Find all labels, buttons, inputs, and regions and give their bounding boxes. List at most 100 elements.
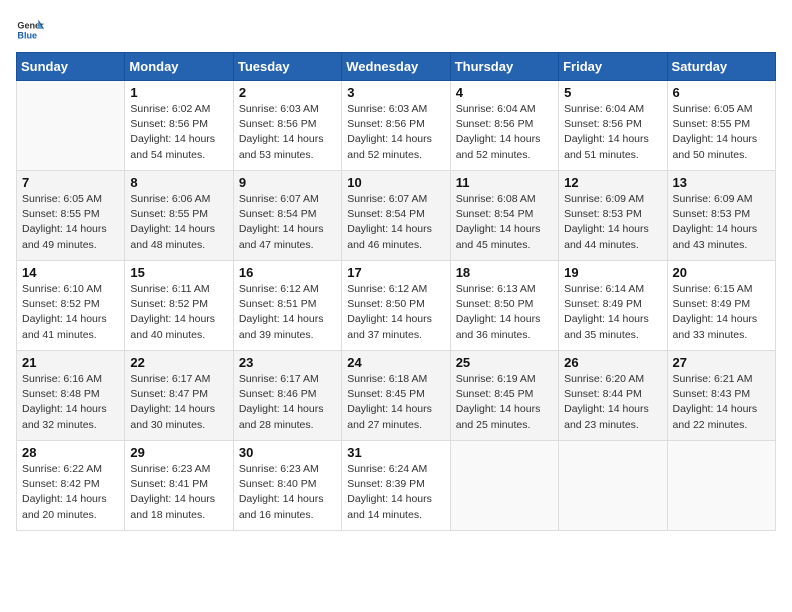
day-info: Sunrise: 6:13 AMSunset: 8:50 PMDaylight:… xyxy=(456,282,553,343)
day-number: 22 xyxy=(130,355,227,370)
day-info: Sunrise: 6:12 AMSunset: 8:51 PMDaylight:… xyxy=(239,282,336,343)
calendar-week-row: 28 Sunrise: 6:22 AMSunset: 8:42 PMDayligh… xyxy=(17,441,776,531)
calendar-cell xyxy=(559,441,667,531)
calendar-cell: 31 Sunrise: 6:24 AMSunset: 8:39 PMDayligh… xyxy=(342,441,450,531)
day-number: 19 xyxy=(564,265,661,280)
column-header-saturday: Saturday xyxy=(667,53,775,81)
day-info: Sunrise: 6:06 AMSunset: 8:55 PMDaylight:… xyxy=(130,192,227,253)
day-number: 15 xyxy=(130,265,227,280)
calendar-cell: 12Sunrise: 6:09 AMSunset: 8:53 PMDayligh… xyxy=(559,171,667,261)
day-number: 24 xyxy=(347,355,444,370)
logo-icon: General Blue xyxy=(16,16,44,44)
day-info: Sunrise: 6:23 AMSunset: 8:40 PMDaylight:… xyxy=(239,462,336,523)
column-header-sunday: Sunday xyxy=(17,53,125,81)
calendar-cell: 5Sunrise: 6:04 AMSunset: 8:56 PMDaylight… xyxy=(559,81,667,171)
calendar-cell: 24 Sunrise: 6:18 AMSunset: 8:45 PMDayligh… xyxy=(342,351,450,441)
day-number: 27 xyxy=(673,355,770,370)
day-number: 13 xyxy=(673,175,770,190)
calendar-cell: 26 Sunrise: 6:20 AMSunset: 8:44 PMDayligh… xyxy=(559,351,667,441)
day-info: Sunrise: 6:07 AMSunset: 8:54 PMDaylight:… xyxy=(347,192,444,253)
calendar-cell: 21 Sunrise: 6:16 AMSunset: 8:48 PMDayligh… xyxy=(17,351,125,441)
day-number: 17 xyxy=(347,265,444,280)
calendar-cell: 7 Sunrise: 6:05 AMSunset: 8:55 PMDaylight… xyxy=(17,171,125,261)
calendar-cell: 29 Sunrise: 6:23 AMSunset: 8:41 PMDayligh… xyxy=(125,441,233,531)
calendar-cell: 1Sunrise: 6:02 AMSunset: 8:56 PMDaylight… xyxy=(125,81,233,171)
calendar-cell: 3 Sunrise: 6:03 AMSunset: 8:56 PMDaylight… xyxy=(342,81,450,171)
calendar-cell: 28 Sunrise: 6:22 AMSunset: 8:42 PMDayligh… xyxy=(17,441,125,531)
calendar-cell: 18 Sunrise: 6:13 AMSunset: 8:50 PMDayligh… xyxy=(450,261,558,351)
calendar-cell: 23 Sunrise: 6:17 AMSunset: 8:46 PMDayligh… xyxy=(233,351,341,441)
calendar-table: SundayMondayTuesdayWednesdayThursdayFrid… xyxy=(16,52,776,531)
calendar-cell xyxy=(17,81,125,171)
calendar-cell: 22 Sunrise: 6:17 AMSunset: 8:47 PMDayligh… xyxy=(125,351,233,441)
day-number: 25 xyxy=(456,355,553,370)
day-number: 31 xyxy=(347,445,444,460)
calendar-cell: 9 Sunrise: 6:07 AMSunset: 8:54 PMDaylight… xyxy=(233,171,341,261)
day-number: 14 xyxy=(22,265,119,280)
day-info: Sunrise: 6:05 AMSunset: 8:55 PMDaylight:… xyxy=(673,102,770,163)
calendar-week-row: 1Sunrise: 6:02 AMSunset: 8:56 PMDaylight… xyxy=(17,81,776,171)
calendar-cell: 20 Sunrise: 6:15 AMSunset: 8:49 PMDayligh… xyxy=(667,261,775,351)
calendar-cell: 14 Sunrise: 6:10 AMSunset: 8:52 PMDayligh… xyxy=(17,261,125,351)
day-info: Sunrise: 6:10 AMSunset: 8:52 PMDaylight:… xyxy=(22,282,119,343)
day-number: 7 xyxy=(22,175,119,190)
calendar-week-row: 14 Sunrise: 6:10 AMSunset: 8:52 PMDayligh… xyxy=(17,261,776,351)
day-number: 29 xyxy=(130,445,227,460)
day-number: 10 xyxy=(347,175,444,190)
calendar-cell: 19 Sunrise: 6:14 AMSunset: 8:49 PMDayligh… xyxy=(559,261,667,351)
calendar-cell: 11Sunrise: 6:08 AMSunset: 8:54 PMDayligh… xyxy=(450,171,558,261)
day-info: Sunrise: 6:22 AMSunset: 8:42 PMDaylight:… xyxy=(22,462,119,523)
day-info: Sunrise: 6:03 AMSunset: 8:56 PMDaylight:… xyxy=(347,102,444,163)
day-info: Sunrise: 6:23 AMSunset: 8:41 PMDaylight:… xyxy=(130,462,227,523)
day-number: 9 xyxy=(239,175,336,190)
day-info: Sunrise: 6:02 AMSunset: 8:56 PMDaylight:… xyxy=(130,102,227,163)
day-number: 21 xyxy=(22,355,119,370)
day-number: 20 xyxy=(673,265,770,280)
day-info: Sunrise: 6:05 AMSunset: 8:55 PMDaylight:… xyxy=(22,192,119,253)
calendar-cell: 25 Sunrise: 6:19 AMSunset: 8:45 PMDayligh… xyxy=(450,351,558,441)
day-number: 23 xyxy=(239,355,336,370)
day-info: Sunrise: 6:09 AMSunset: 8:53 PMDaylight:… xyxy=(564,192,661,253)
column-header-friday: Friday xyxy=(559,53,667,81)
calendar-cell: 17 Sunrise: 6:12 AMSunset: 8:50 PMDayligh… xyxy=(342,261,450,351)
day-number: 5 xyxy=(564,85,661,100)
calendar-cell: 10 Sunrise: 6:07 AMSunset: 8:54 PMDayligh… xyxy=(342,171,450,261)
calendar-cell: 15 Sunrise: 6:11 AMSunset: 8:52 PMDayligh… xyxy=(125,261,233,351)
day-info: Sunrise: 6:20 AMSunset: 8:44 PMDaylight:… xyxy=(564,372,661,433)
calendar-cell: 13 Sunrise: 6:09 AMSunset: 8:53 PMDayligh… xyxy=(667,171,775,261)
day-number: 3 xyxy=(347,85,444,100)
day-info: Sunrise: 6:17 AMSunset: 8:47 PMDaylight:… xyxy=(130,372,227,433)
day-info: Sunrise: 6:18 AMSunset: 8:45 PMDaylight:… xyxy=(347,372,444,433)
calendar-cell: 8Sunrise: 6:06 AMSunset: 8:55 PMDaylight… xyxy=(125,171,233,261)
day-number: 18 xyxy=(456,265,553,280)
svg-text:Blue: Blue xyxy=(17,30,37,40)
day-info: Sunrise: 6:12 AMSunset: 8:50 PMDaylight:… xyxy=(347,282,444,343)
calendar-cell: 4Sunrise: 6:04 AMSunset: 8:56 PMDaylight… xyxy=(450,81,558,171)
day-info: Sunrise: 6:08 AMSunset: 8:54 PMDaylight:… xyxy=(456,192,553,253)
day-number: 30 xyxy=(239,445,336,460)
column-header-tuesday: Tuesday xyxy=(233,53,341,81)
column-header-wednesday: Wednesday xyxy=(342,53,450,81)
calendar-header-row: SundayMondayTuesdayWednesdayThursdayFrid… xyxy=(17,53,776,81)
day-info: Sunrise: 6:07 AMSunset: 8:54 PMDaylight:… xyxy=(239,192,336,253)
logo: General Blue xyxy=(16,16,44,44)
day-info: Sunrise: 6:24 AMSunset: 8:39 PMDaylight:… xyxy=(347,462,444,523)
day-info: Sunrise: 6:19 AMSunset: 8:45 PMDaylight:… xyxy=(456,372,553,433)
day-info: Sunrise: 6:11 AMSunset: 8:52 PMDaylight:… xyxy=(130,282,227,343)
day-info: Sunrise: 6:15 AMSunset: 8:49 PMDaylight:… xyxy=(673,282,770,343)
day-info: Sunrise: 6:09 AMSunset: 8:53 PMDaylight:… xyxy=(673,192,770,253)
calendar-cell: 16 Sunrise: 6:12 AMSunset: 8:51 PMDayligh… xyxy=(233,261,341,351)
calendar-cell xyxy=(667,441,775,531)
calendar-cell: 30 Sunrise: 6:23 AMSunset: 8:40 PMDayligh… xyxy=(233,441,341,531)
day-info: Sunrise: 6:17 AMSunset: 8:46 PMDaylight:… xyxy=(239,372,336,433)
calendar-cell xyxy=(450,441,558,531)
day-number: 26 xyxy=(564,355,661,370)
day-number: 16 xyxy=(239,265,336,280)
day-info: Sunrise: 6:14 AMSunset: 8:49 PMDaylight:… xyxy=(564,282,661,343)
calendar-week-row: 7 Sunrise: 6:05 AMSunset: 8:55 PMDaylight… xyxy=(17,171,776,261)
day-number: 6 xyxy=(673,85,770,100)
day-number: 28 xyxy=(22,445,119,460)
column-header-monday: Monday xyxy=(125,53,233,81)
calendar-week-row: 21 Sunrise: 6:16 AMSunset: 8:48 PMDayligh… xyxy=(17,351,776,441)
day-info: Sunrise: 6:16 AMSunset: 8:48 PMDaylight:… xyxy=(22,372,119,433)
